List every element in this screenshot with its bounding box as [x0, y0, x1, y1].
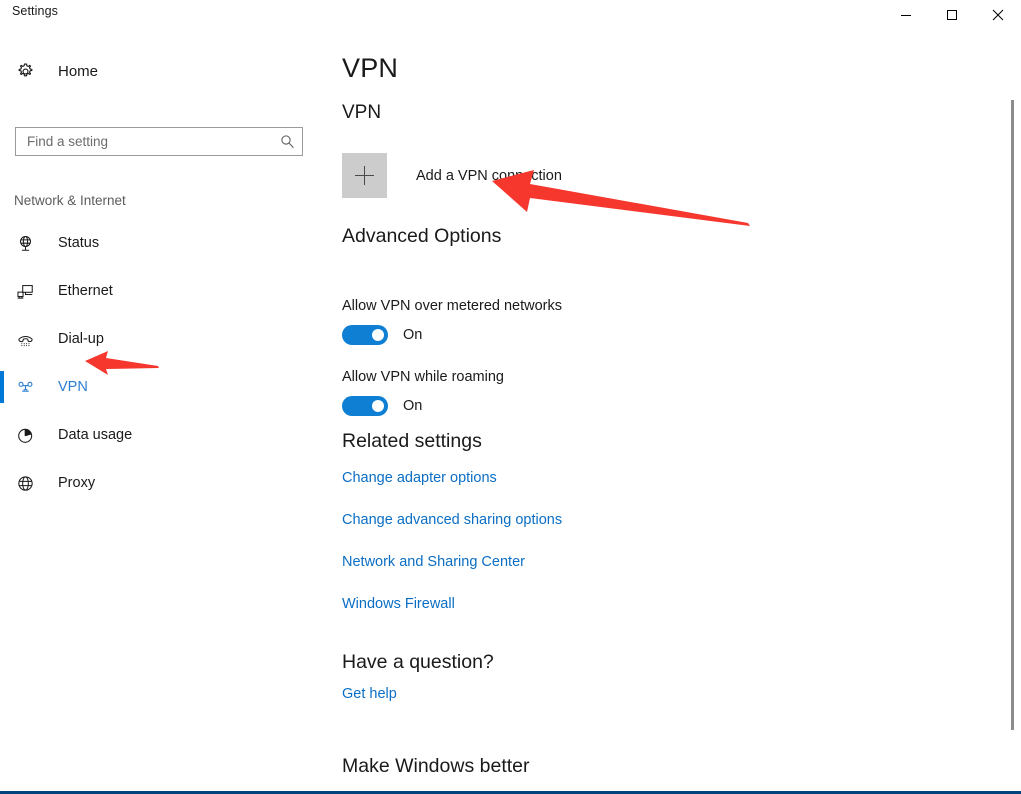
vpn-section-heading: VPN: [342, 102, 382, 123]
have-a-question-heading: Have a question?: [342, 651, 494, 673]
add-vpn-connection-label: Add a VPN connection: [416, 167, 562, 184]
network-status-icon: [14, 232, 36, 254]
sidebar-item-label: Status: [58, 235, 100, 251]
ethernet-icon: [14, 280, 36, 302]
toggle-group-metered: Allow VPN over metered networks On: [342, 298, 562, 345]
toggle-group-roaming: Allow VPN while roaming On: [342, 369, 504, 416]
make-windows-better-heading: Make Windows better: [342, 755, 530, 777]
selection-accent-bar: [0, 227, 4, 259]
sidebar-item-label: Data usage: [58, 427, 133, 443]
toggle-caption: Allow VPN while roaming: [342, 369, 504, 385]
link-network-and-sharing-center[interactable]: Network and Sharing Center: [342, 554, 525, 570]
search-input[interactable]: [16, 128, 272, 155]
link-change-adapter-options[interactable]: Change adapter options: [342, 470, 497, 486]
sidebar-item-label: Dial-up: [58, 331, 104, 347]
maximize-icon: [947, 9, 957, 20]
vertical-scrollbar[interactable]: [1005, 29, 1021, 792]
search-button[interactable]: [272, 128, 302, 155]
toggle-state-label: On: [403, 398, 423, 414]
sidebar-item-home[interactable]: Home: [0, 51, 300, 91]
minimize-icon: [901, 14, 911, 16]
toggle-allow-vpn-while-roaming[interactable]: [342, 396, 388, 416]
search-box[interactable]: [15, 127, 303, 156]
selection-accent-bar: [0, 419, 4, 451]
selection-accent-bar: [0, 275, 4, 307]
toggle-knob: [372, 400, 384, 412]
sidebar-item-proxy[interactable]: Proxy: [0, 459, 300, 507]
globe-icon: [14, 472, 36, 494]
sidebar-item-status[interactable]: Status: [0, 219, 300, 267]
link-get-help[interactable]: Get help: [342, 686, 397, 702]
window-title: Settings: [12, 4, 58, 18]
sidebar-nav-list: Status Ethernet Dial-up VPN Data usage P…: [0, 219, 320, 507]
vpn-icon: [14, 376, 36, 398]
page-title: VPN: [342, 53, 399, 83]
close-icon: [992, 9, 1004, 20]
toggle-allow-vpn-over-metered[interactable]: [342, 325, 388, 345]
sidebar: Home Network & Internet: [0, 29, 320, 792]
scrollbar-thumb[interactable]: [1011, 100, 1014, 730]
dialup-phone-icon: [14, 328, 36, 350]
selection-accent-bar: [0, 371, 4, 403]
sidebar-item-data-usage[interactable]: Data usage: [0, 411, 300, 459]
selection-accent-bar: [0, 467, 4, 499]
title-bar: Settings: [0, 0, 1021, 29]
pie-chart-icon: [14, 424, 36, 446]
link-change-advanced-sharing-options[interactable]: Change advanced sharing options: [342, 512, 562, 528]
toggle-caption: Allow VPN over metered networks: [342, 298, 562, 314]
search-icon: [280, 135, 294, 148]
sidebar-item-label: Ethernet: [58, 283, 113, 299]
main-content: VPN VPN Add a VPN connection Advanced Op…: [320, 29, 1000, 792]
close-button[interactable]: [975, 0, 1021, 29]
sidebar-item-ethernet[interactable]: Ethernet: [0, 267, 300, 315]
related-settings-heading: Related settings: [342, 430, 482, 452]
sidebar-item-label: Proxy: [58, 475, 96, 491]
add-vpn-connection-button[interactable]: Add a VPN connection: [342, 153, 562, 198]
sidebar-item-label: VPN: [58, 379, 88, 395]
toggle-state-label: On: [403, 327, 423, 343]
selection-accent-bar: [0, 323, 4, 355]
gear-icon: [14, 60, 36, 82]
link-windows-firewall[interactable]: Windows Firewall: [342, 596, 455, 612]
sidebar-category-label: Network & Internet: [14, 193, 126, 208]
minimize-button[interactable]: [883, 0, 929, 29]
settings-window: Settings Home Find a setting Network & I…: [0, 0, 1021, 794]
related-settings-links: Change adapter options Change advanced s…: [342, 470, 762, 638]
window-controls: [883, 0, 1021, 29]
sidebar-item-dial-up[interactable]: Dial-up: [0, 315, 300, 363]
plus-icon: [342, 153, 387, 198]
maximize-button[interactable]: [929, 0, 975, 29]
toggle-knob: [372, 329, 384, 341]
sidebar-item-vpn[interactable]: VPN: [0, 363, 300, 411]
sidebar-home-label: Home: [58, 62, 99, 80]
advanced-options-heading: Advanced Options: [342, 225, 502, 247]
